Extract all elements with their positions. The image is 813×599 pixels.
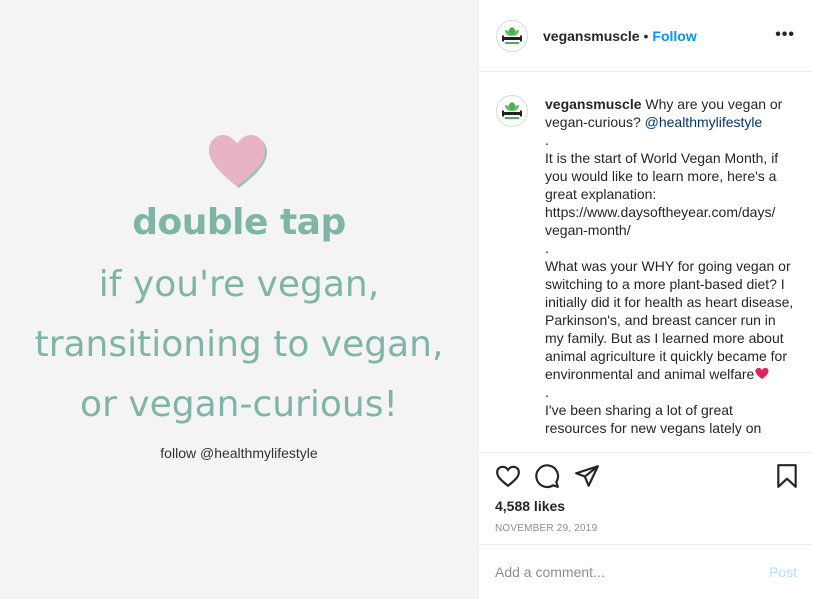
- post-image[interactable]: double tap if you're vegan, transitionin…: [0, 0, 478, 599]
- caption-line: .: [545, 384, 549, 400]
- caption-line: https://www.daysoftheyear.com/days/ vega…: [545, 204, 776, 238]
- more-options-icon[interactable]: •••: [775, 26, 795, 44]
- caption-avatar-icon[interactable]: [496, 95, 528, 127]
- vegansmuscle-logo-icon[interactable]: [496, 19, 528, 52]
- image-follow-note: follow @healthmylifestyle: [160, 445, 318, 461]
- caption-line: .: [545, 240, 549, 256]
- red-heart-icon: [755, 367, 769, 380]
- bookmark-icon[interactable]: [774, 463, 800, 489]
- comment-input[interactable]: [495, 564, 769, 580]
- post-panel: vegansmuscle • Follow ••• vegansmuscle W…: [478, 0, 813, 599]
- add-comment-bar: Post: [479, 544, 813, 599]
- headline-line-2: transitioning to vegan,: [34, 324, 444, 365]
- headline-double-tap: double tap: [132, 202, 346, 243]
- caption-mention-link[interactable]: @healthmylifestyle: [645, 114, 763, 130]
- caption-line-with-emoji: What was your WHY for going vegan or swi…: [545, 257, 797, 383]
- post-header: vegansmuscle • Follow •••: [479, 0, 813, 72]
- header-username[interactable]: vegansmuscle: [543, 28, 640, 44]
- action-bar: 4,588 likes NOVEMBER 29, 2019: [479, 452, 813, 544]
- caption-line: .: [545, 132, 549, 148]
- heart-icon[interactable]: [495, 463, 521, 489]
- comment-icon[interactable]: [534, 463, 560, 489]
- post-comment-button[interactable]: Post: [769, 564, 797, 580]
- caption-line: It is the start of World Vegan Month, if…: [545, 150, 779, 202]
- post-date[interactable]: NOVEMBER 29, 2019: [495, 523, 597, 534]
- caption-username[interactable]: vegansmuscle: [545, 96, 642, 112]
- caption-text: vegansmuscle Why are you vegan or vegan-…: [545, 95, 797, 437]
- paper-plane-icon[interactable]: [574, 463, 600, 489]
- caption-line: What was your WHY for going vegan or swi…: [545, 258, 794, 382]
- follow-button[interactable]: Follow: [652, 28, 696, 44]
- caption-line: I've been sharing a lot of great resourc…: [545, 402, 762, 436]
- comments-area[interactable]: vegansmuscle Why are you vegan or vegan-…: [479, 73, 813, 451]
- headline-line-3: or vegan-curious!: [80, 384, 398, 425]
- likes-count[interactable]: 4,588 likes: [495, 498, 565, 514]
- heart-graphic-icon: [209, 135, 267, 188]
- headline-line-1: if you're vegan,: [98, 264, 380, 305]
- header-separator: •: [643, 27, 649, 44]
